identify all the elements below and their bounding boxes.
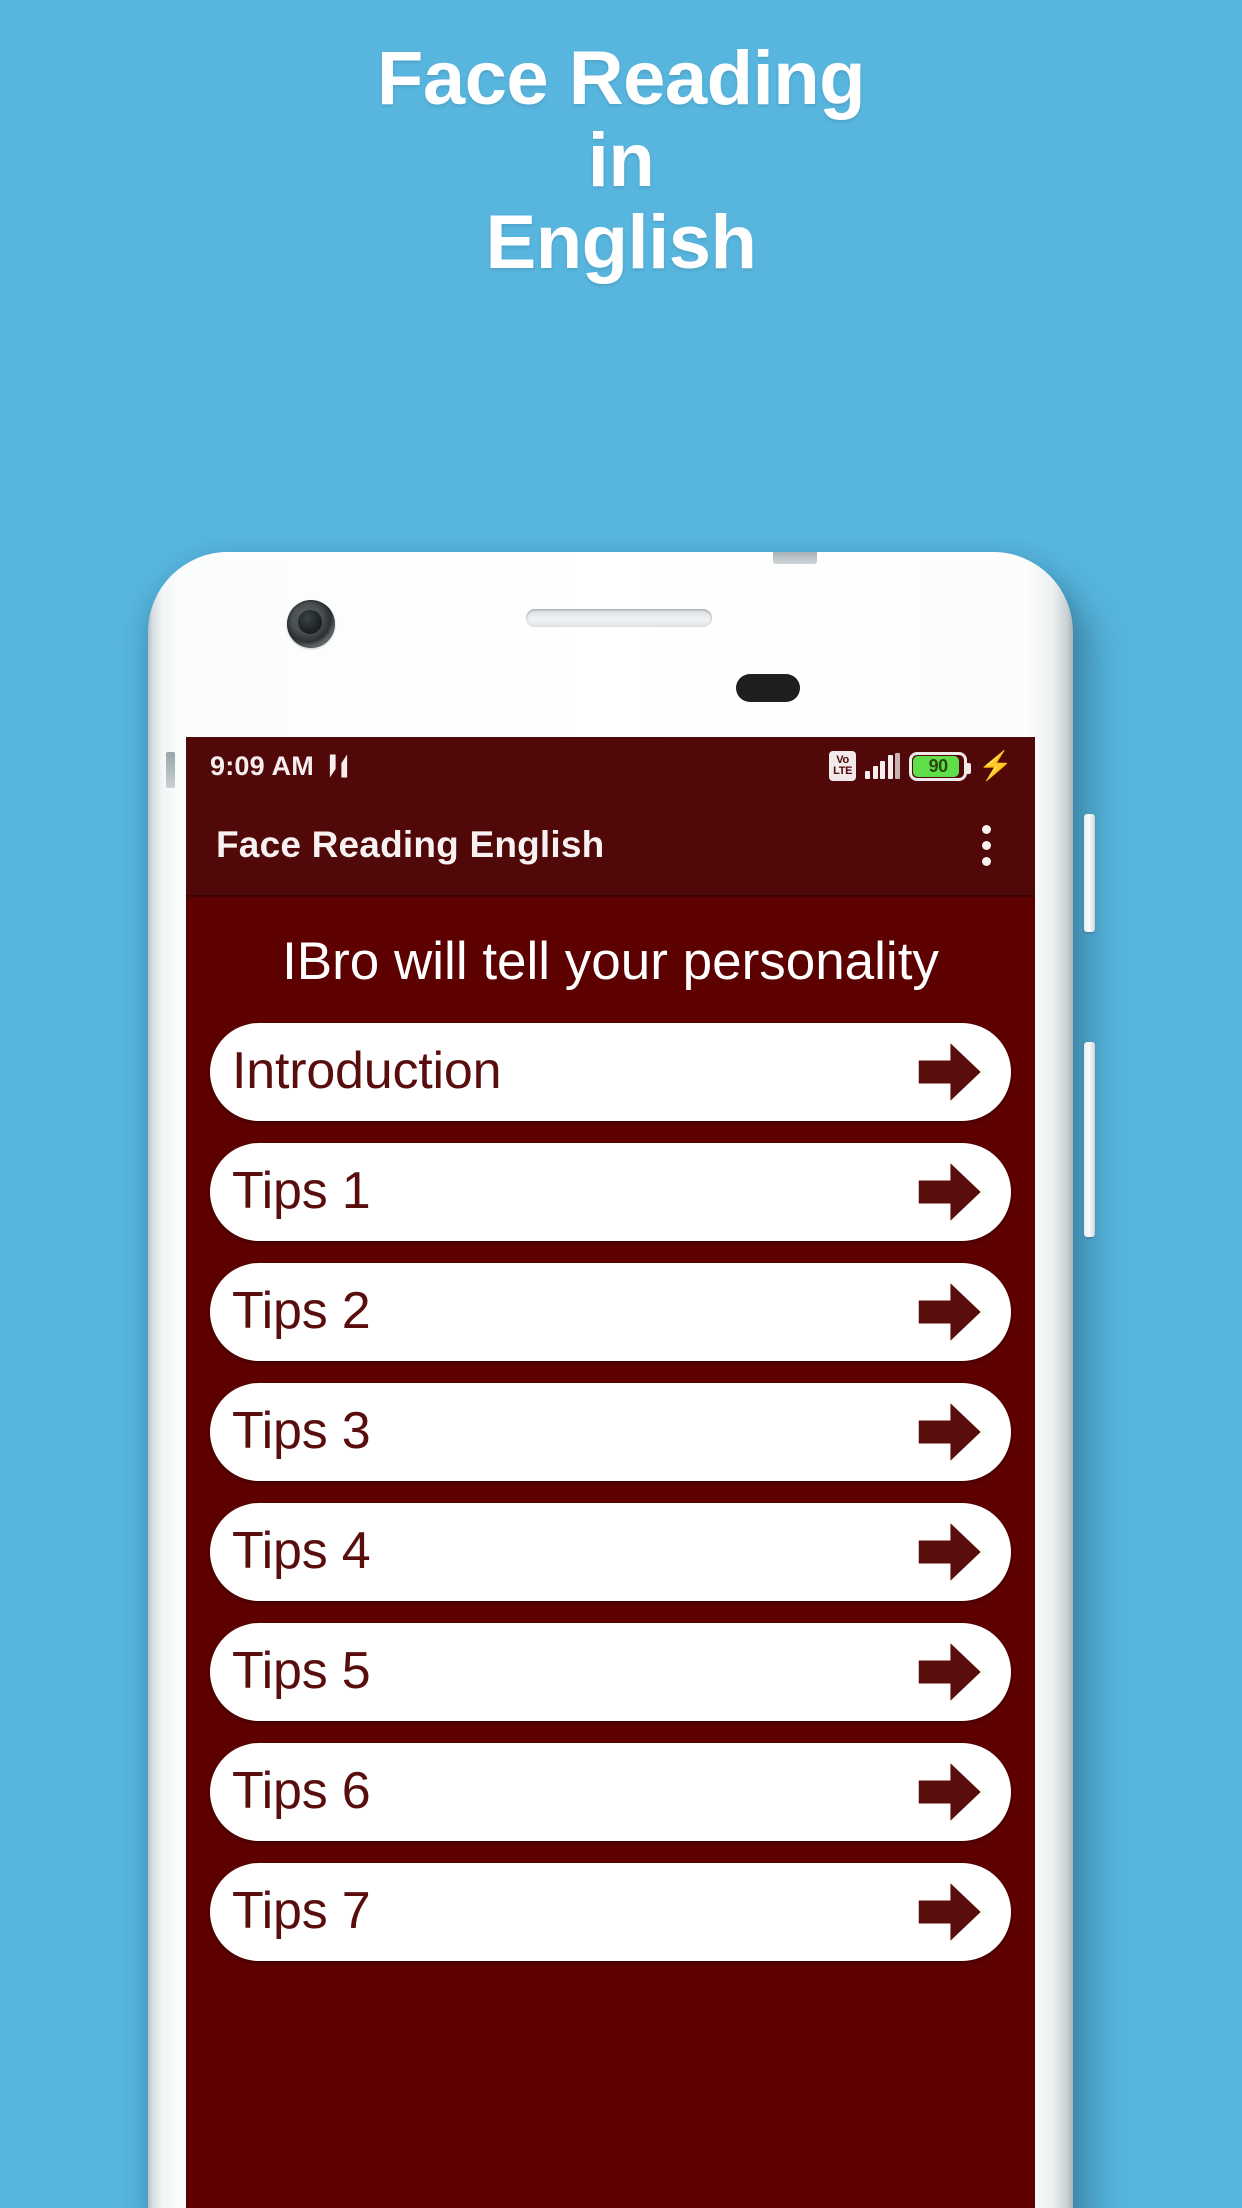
phone-mockup: 9:09 AM Vo LTE 90 ⚡ Face Reading English… — [148, 552, 1100, 2208]
page-title-line-1: Face Reading — [376, 36, 866, 121]
phone-screen: 9:09 AM Vo LTE 90 ⚡ Face Reading English… — [186, 737, 1035, 2208]
app-content: IBro will tell your personality Introduc… — [186, 897, 1035, 1971]
app-bar-title: Face Reading English — [216, 824, 605, 865]
menu-item-tips-2[interactable]: Tips 2 — [210, 1263, 1011, 1361]
promo-text: IBro will tell your personality — [282, 932, 939, 991]
arrow-right-icon — [913, 1756, 985, 1828]
overflow-menu-icon[interactable] — [963, 814, 1009, 876]
menu-item-tips-6[interactable]: Tips 6 — [210, 1743, 1011, 1841]
arrow-right-icon — [913, 1396, 985, 1468]
menu-item-label: Tips 1 — [232, 1161, 371, 1220]
menu-list: Introduction Tips 1 Tips 2 Tips 3 Tips 4… — [210, 1023, 1011, 1971]
battery-level-label: 90 — [928, 755, 949, 776]
phone-frame: 9:09 AM Vo LTE 90 ⚡ Face Reading English… — [148, 552, 1073, 2208]
menu-item-label: Tips 5 — [232, 1641, 371, 1700]
menu-item-label: Tips 7 — [232, 1881, 371, 1940]
status-bar-left: 9:09 AM — [210, 751, 350, 782]
page-title-line-3: English — [485, 200, 757, 286]
menu-item-label: Tips 6 — [232, 1761, 371, 1820]
arrow-right-icon — [913, 1276, 985, 1348]
status-bar-clock: 9:09 AM — [210, 750, 314, 781]
page-title: Face Reading in English — [0, 36, 1242, 286]
volte-bottom-label: LTE — [833, 765, 853, 777]
menu-item-label: Introduction — [232, 1041, 502, 1100]
status-bar-right: Vo LTE 90 ⚡ — [829, 751, 1013, 781]
arrow-right-icon — [913, 1636, 985, 1708]
power-button[interactable] — [1084, 814, 1095, 932]
battery-icon: 90 — [909, 751, 972, 781]
menu-item-tips-7[interactable]: Tips 7 — [210, 1863, 1011, 1961]
menu-item-tips-1[interactable]: Tips 1 — [210, 1143, 1011, 1241]
antenna-notch-left — [166, 752, 175, 788]
arrow-right-icon — [913, 1156, 985, 1228]
volume-button[interactable] — [1084, 1042, 1095, 1237]
front-camera-icon — [287, 600, 335, 648]
earpiece-speaker — [526, 609, 712, 627]
arrow-right-icon — [913, 1036, 985, 1108]
menu-item-label: Tips 4 — [232, 1521, 371, 1580]
arrow-right-icon — [913, 1876, 985, 1948]
menu-item-tips-4[interactable]: Tips 4 — [210, 1503, 1011, 1601]
arrow-right-icon — [913, 1516, 985, 1588]
status-bar: 9:09 AM Vo LTE 90 ⚡ — [186, 737, 1035, 795]
menu-item-tips-3[interactable]: Tips 3 — [210, 1383, 1011, 1481]
page-title-line-2: in — [587, 118, 655, 204]
app-bar: Face Reading English — [186, 795, 1035, 897]
nfc-icon — [327, 753, 350, 779]
antenna-notch — [773, 552, 817, 564]
menu-item-introduction[interactable]: Introduction — [210, 1023, 1011, 1121]
signal-bars-icon — [865, 753, 901, 779]
menu-item-tips-5[interactable]: Tips 5 — [210, 1623, 1011, 1721]
menu-item-label: Tips 3 — [232, 1401, 371, 1460]
proximity-sensor — [736, 674, 800, 702]
menu-item-label: Tips 2 — [232, 1281, 371, 1340]
volte-icon: Vo LTE — [829, 751, 857, 781]
charging-bolt-icon: ⚡ — [978, 750, 1013, 781]
